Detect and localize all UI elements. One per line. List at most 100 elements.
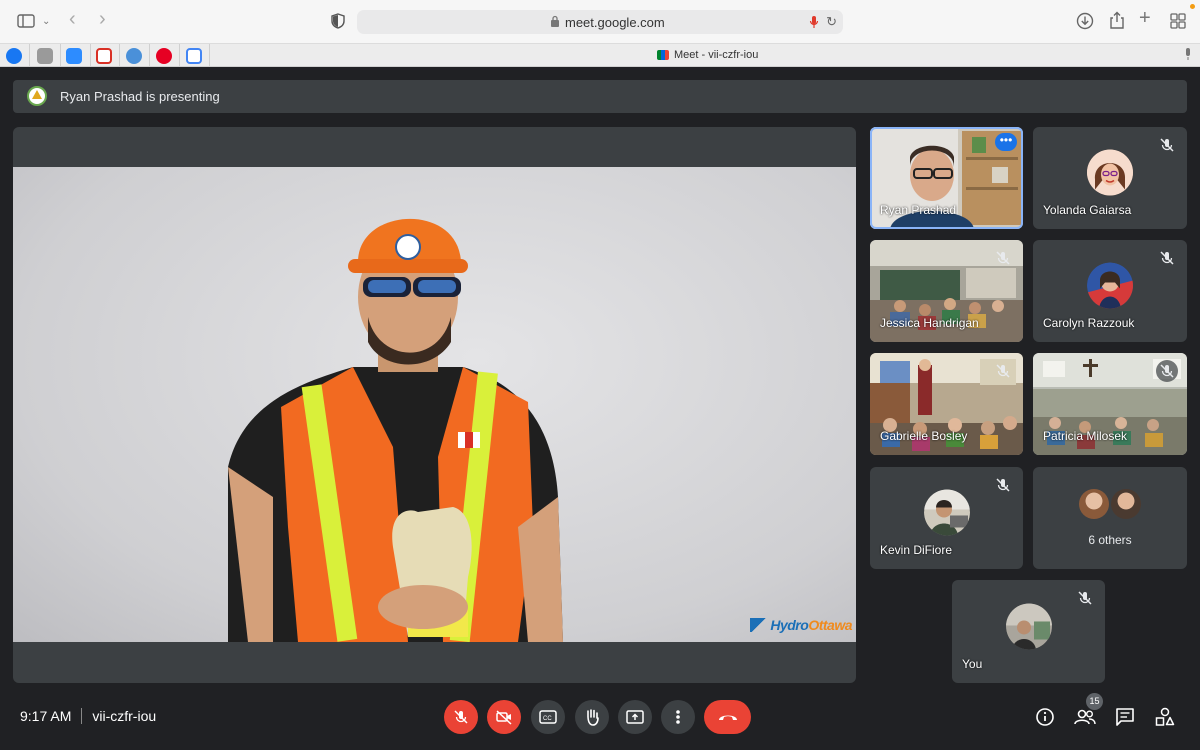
participant-tile[interactable]: Jessica Handrigan [870, 240, 1023, 342]
divider [90, 44, 91, 67]
lock-icon [551, 15, 559, 27]
grey-g-icon[interactable] [37, 48, 53, 64]
more-options-icon[interactable]: ••• [995, 133, 1017, 151]
participant-name: Gabrielle Bosley [880, 429, 968, 443]
avatar [1111, 489, 1141, 519]
svg-text:CC: CC [543, 716, 552, 722]
participant-tile[interactable]: Yolanda Gaiarsa [1033, 127, 1187, 229]
hand-icon [587, 709, 599, 726]
captions-button[interactable]: CC [531, 700, 565, 734]
chat-bookmark-icon[interactable] [126, 48, 142, 64]
participant-name: Yolanda Gaiarsa [1043, 203, 1132, 217]
zoom-icon[interactable] [66, 48, 82, 64]
participant-name: Patricia Milosek [1043, 429, 1128, 443]
avatar [923, 489, 970, 536]
back-icon[interactable]: ‹ [69, 9, 76, 29]
divider [29, 44, 30, 67]
tab-bar: Meet - vii-czfr-iou [0, 44, 1200, 67]
address-bar[interactable]: meet.google.com ↻ [357, 10, 843, 34]
mic-off-icon [995, 477, 1011, 493]
self-tile[interactable]: You [952, 580, 1105, 683]
presenting-text: Ryan Prashad is presenting [60, 89, 220, 104]
meet-logo-icon [657, 50, 669, 60]
closed-captions-icon: CC [539, 710, 557, 724]
info-icon [1036, 708, 1054, 726]
participant-tile[interactable]: Kevin DiFiore [870, 467, 1023, 569]
chat-icon [1116, 708, 1134, 726]
present-screen-icon [626, 710, 644, 724]
tab-title: Meet - vii-czfr-iou [674, 49, 759, 61]
active-tab[interactable]: Meet - vii-czfr-iou [657, 49, 758, 61]
chevron-down-icon[interactable]: ⌄ [42, 14, 50, 30]
notification-dot [1190, 4, 1195, 9]
mic-off-icon [1156, 360, 1178, 382]
others-group: 6 others [1079, 489, 1141, 547]
activities-icon [1155, 707, 1175, 726]
avatar [1087, 149, 1133, 196]
microphone-icon[interactable] [1184, 48, 1192, 66]
presenter-logo [27, 86, 47, 106]
participant-tile[interactable]: Patricia Milosek [1033, 353, 1187, 455]
mic-off-icon [1159, 250, 1175, 266]
divider [209, 44, 210, 67]
others-tile[interactable]: 6 others [1033, 467, 1187, 569]
participant-tile[interactable]: Gabrielle Bosley [870, 353, 1023, 455]
mic-off-icon [995, 250, 1011, 266]
share-icon[interactable] [1109, 11, 1125, 34]
reload-icon[interactable]: ↻ [826, 14, 837, 30]
mic-off-icon [995, 363, 1011, 379]
vertical-dots-icon [676, 710, 680, 724]
present-button[interactable] [618, 700, 652, 734]
divider [81, 708, 83, 724]
participant-name: Kevin DiFiore [880, 543, 953, 557]
participant-name: Jessica Handrigan [880, 316, 979, 330]
participant-name: Carolyn Razzouk [1043, 316, 1135, 330]
url-text: meet.google.com [565, 15, 665, 30]
divider [119, 44, 120, 67]
presenter-figure [228, 218, 563, 642]
camera-toggle-button[interactable] [487, 700, 521, 734]
meeting-details-button[interactable] [1033, 705, 1057, 729]
camera-off-icon [496, 710, 512, 725]
leave-call-button[interactable] [704, 700, 751, 734]
people-icon [1074, 709, 1096, 725]
download-icon[interactable] [1076, 12, 1094, 34]
pinterest-icon[interactable] [156, 48, 172, 64]
meeting-code: vii-czfr-iou [92, 708, 157, 724]
sidebar-icon[interactable] [17, 14, 35, 32]
shield-icon[interactable] [331, 13, 345, 33]
forward-icon[interactable]: › [99, 9, 106, 29]
microphone-icon[interactable] [809, 15, 819, 29]
mic-off-icon [1077, 590, 1093, 606]
participant-tile[interactable]: Carolyn Razzouk [1033, 240, 1187, 342]
presenting-banner: Ryan Prashad is presenting [13, 80, 1187, 113]
divider [179, 44, 180, 67]
mic-off-icon [1159, 137, 1175, 153]
microphone-toggle-button[interactable] [444, 700, 478, 734]
avatar [1079, 489, 1109, 519]
raise-hand-button[interactable] [575, 700, 609, 734]
meeting-info: 9:17 AM vii-czfr-iou [20, 708, 156, 724]
mic-off-icon [454, 710, 468, 724]
participant-tile[interactable]: ••• Ryan Prashad [870, 127, 1023, 229]
browser-toolbar: ⌄ ‹ › meet.google.com ↻ + [0, 0, 1200, 44]
others-label: 6 others [1088, 533, 1132, 547]
avatar [1005, 602, 1052, 649]
current-time: 9:17 AM [20, 708, 72, 724]
chat-button[interactable] [1113, 705, 1137, 729]
participant-name: You [962, 657, 983, 671]
participant-count-badge: 15 [1086, 693, 1103, 710]
hang-up-icon [718, 715, 737, 720]
participant-name: Ryan Prashad [880, 203, 957, 217]
facebook-icon[interactable] [6, 48, 22, 64]
red-bookmark-icon[interactable] [96, 48, 112, 64]
tab-overview-icon[interactable] [1170, 13, 1186, 33]
avatar [1087, 262, 1133, 309]
activities-button[interactable] [1153, 705, 1177, 729]
new-tab-icon[interactable]: + [1139, 8, 1151, 28]
main-stage[interactable]: HydroOttawa [13, 127, 856, 683]
presentation-video: HydroOttawa [13, 167, 856, 642]
calendar-icon[interactable] [186, 48, 202, 64]
more-options-button[interactable] [661, 700, 695, 734]
hydro-ottawa-logo: HydroOttawa [750, 617, 852, 633]
